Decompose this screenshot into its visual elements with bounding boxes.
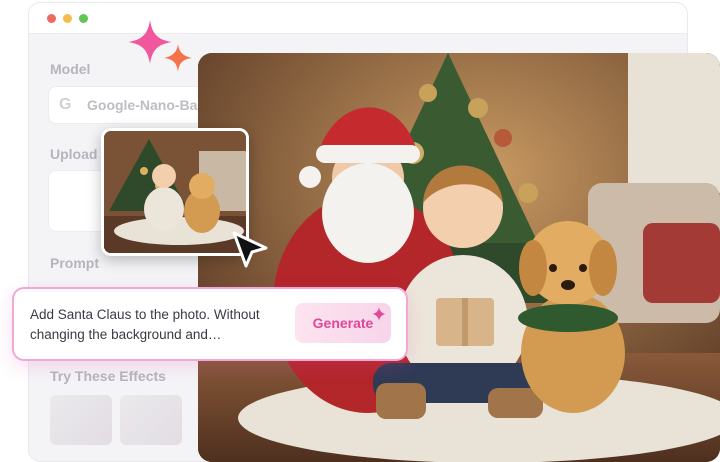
maximize-window-button[interactable] (79, 14, 88, 23)
sparkle-icon (372, 307, 386, 321)
effects-label: Try These Effects (50, 368, 166, 384)
model-label: Model (50, 61, 91, 77)
prompt-card[interactable]: Add Santa Claus to the photo. Without ch… (12, 287, 408, 361)
uploaded-photo-thumbnail[interactable] (101, 128, 249, 256)
model-value: Google-Nano-Ba (87, 97, 198, 113)
prompt-text[interactable]: Add Santa Claus to the photo. Without ch… (30, 305, 280, 345)
effect-thumbnail[interactable] (50, 395, 112, 445)
effect-thumbnail[interactable] (120, 395, 182, 445)
sparkle-icon (164, 44, 192, 72)
generate-label: Generate (312, 315, 374, 331)
generate-button[interactable]: Generate (295, 303, 391, 343)
prompt-label: Prompt (50, 255, 99, 271)
result-photo (198, 53, 720, 462)
cursor-pointer-icon (232, 231, 268, 268)
google-icon: G (59, 96, 72, 113)
upload-label: Upload (50, 146, 98, 162)
minimize-window-button[interactable] (63, 14, 72, 23)
close-window-button[interactable] (47, 14, 56, 23)
